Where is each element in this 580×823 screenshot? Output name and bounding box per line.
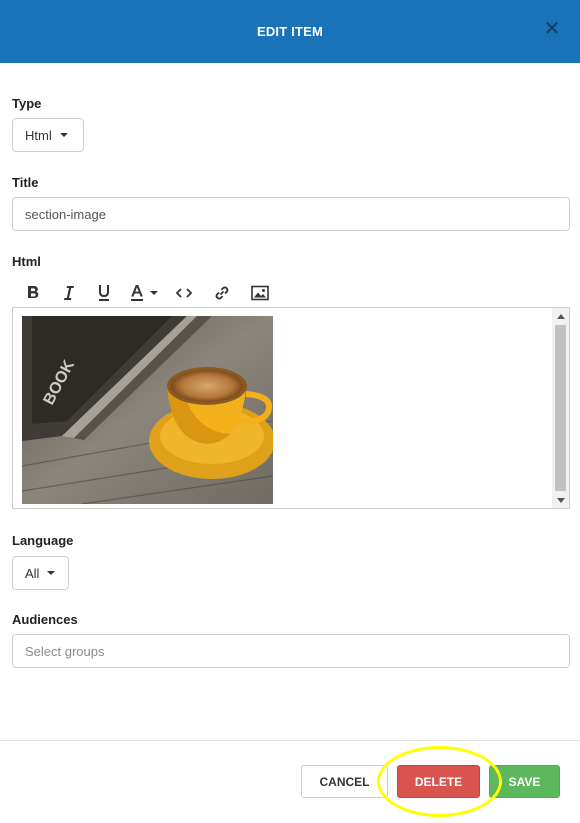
html-editor[interactable]: BOOK [12, 307, 570, 509]
delete-button[interactable]: DELETE [397, 765, 480, 798]
caret-down-icon [150, 291, 158, 295]
dialog-header: EDIT ITEM ✕ [0, 0, 580, 63]
coffee-book-image: BOOK [22, 316, 273, 504]
audiences-input[interactable] [12, 634, 570, 668]
link-icon[interactable] [202, 281, 242, 305]
dialog-title: EDIT ITEM [256, 24, 324, 39]
image-icon[interactable] [242, 281, 278, 305]
save-button[interactable]: SAVE [489, 765, 560, 798]
type-dropdown-value: Html [25, 127, 52, 143]
language-dropdown-value: All [25, 565, 40, 581]
type-label: Type [12, 96, 42, 111]
language-dropdown[interactable]: All [12, 556, 69, 590]
title-input[interactable] [12, 197, 570, 231]
font-color-icon[interactable] [122, 281, 166, 305]
close-icon[interactable]: ✕ [541, 18, 563, 40]
cancel-button[interactable]: CANCEL [301, 765, 388, 798]
scrollbar-thumb[interactable] [555, 325, 566, 491]
italic-icon[interactable] [50, 281, 86, 305]
bold-icon[interactable] [16, 281, 50, 305]
type-dropdown[interactable]: Html [12, 118, 84, 152]
caret-down-icon [59, 133, 68, 137]
footer-divider [0, 740, 580, 741]
caret-down-icon [47, 571, 56, 575]
scroll-down-arrow-icon[interactable] [552, 492, 569, 508]
code-icon[interactable] [166, 281, 202, 305]
editor-scrollbar[interactable] [552, 308, 569, 508]
audiences-label: Audiences [12, 612, 78, 627]
editor-toolbar [16, 281, 278, 305]
html-label: Html [12, 254, 41, 269]
scroll-up-arrow-icon[interactable] [552, 308, 569, 324]
language-label: Language [12, 533, 74, 548]
title-label: Title [12, 175, 39, 190]
underline-icon[interactable] [86, 281, 122, 305]
